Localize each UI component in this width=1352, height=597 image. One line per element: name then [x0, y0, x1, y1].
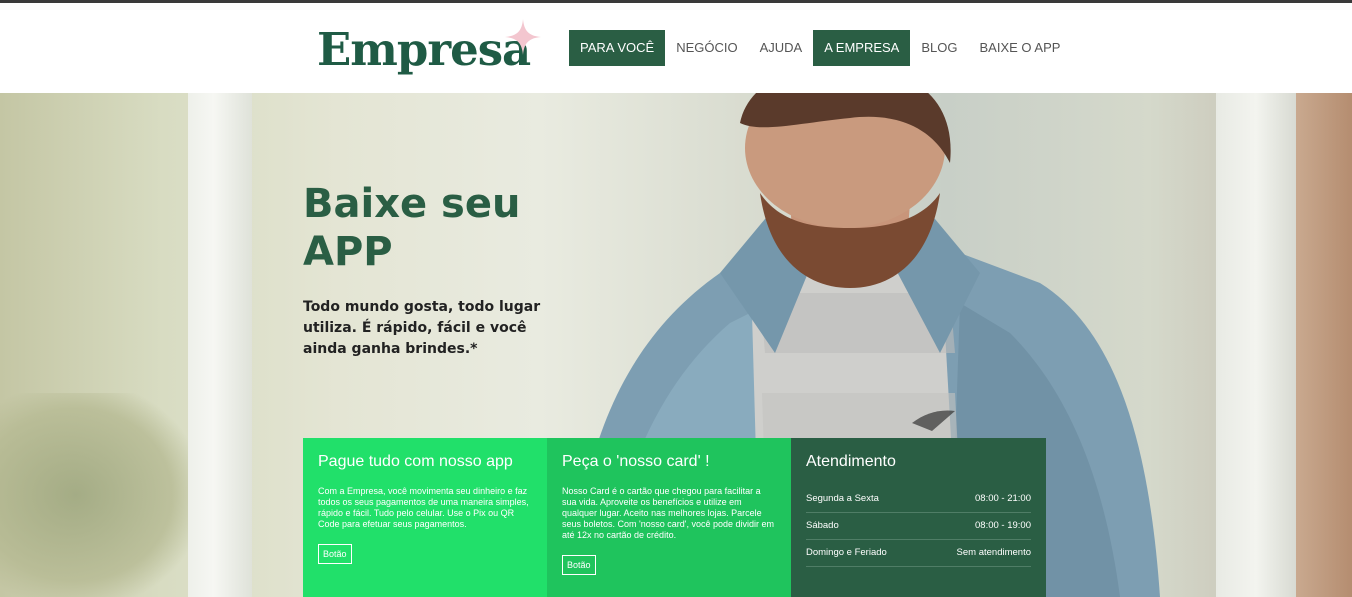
logo-text: Empresa: [317, 23, 531, 76]
hours-day: Segunda a Sexta: [806, 493, 879, 504]
hours-time: Sem atendimento: [956, 547, 1031, 558]
hours-day: Domingo e Feriado: [806, 547, 887, 558]
card-title: Atendimento: [806, 453, 896, 470]
hero-title: Baixe seu APP: [303, 181, 521, 275]
hours-time: 08:00 - 21:00: [975, 493, 1031, 504]
hero-brick-wall: [1296, 93, 1352, 597]
card-nosso-card: Peça o 'nosso card' ! Nosso Card é o car…: [547, 438, 791, 597]
feature-cards: Pague tudo com nosso app Com a Empresa, …: [303, 438, 1046, 597]
nav-ajuda[interactable]: AJUDA: [749, 30, 814, 66]
nav-a-empresa[interactable]: A EMPRESA: [813, 30, 911, 66]
hero-window-frame-left: [188, 93, 252, 597]
site-header: Empresa PARA VOCÊ NEGÓCIO AJUDA A EMPRES…: [0, 3, 1352, 93]
card-title: Peça o 'nosso card' !: [562, 453, 710, 470]
hours-row: Sábado 08:00 - 19:00: [806, 513, 1031, 540]
hero-window-frame-right: [1216, 93, 1296, 597]
nav-para-voce[interactable]: PARA VOCÊ: [569, 30, 666, 66]
hours-time: 08:00 - 19:00: [975, 520, 1031, 531]
hero-subtitle: Todo mundo gosta, todo lugar utiliza. É …: [303, 299, 541, 357]
card-atendimento: Atendimento Segunda a Sexta 08:00 - 21:0…: [791, 438, 1046, 597]
hours-row: Domingo e Feriado Sem atendimento: [806, 540, 1031, 567]
hero-background-foliage: [0, 393, 190, 597]
nav-negocio[interactable]: NEGÓCIO: [665, 30, 748, 66]
hours-row: Segunda a Sexta 08:00 - 21:00: [806, 486, 1031, 513]
card-text: Nosso Card é o cartão que chegou para fa…: [562, 486, 775, 540]
hours-table: Segunda a Sexta 08:00 - 21:00 Sábado 08:…: [806, 486, 1031, 567]
main-nav: PARA VOCÊ NEGÓCIO AJUDA A EMPRESA BLOG B…: [569, 30, 1071, 66]
nav-blog[interactable]: BLOG: [910, 30, 968, 66]
card-pay-app: Pague tudo com nosso app Com a Empresa, …: [303, 438, 547, 597]
card-nosso-card-button[interactable]: Botão: [562, 555, 596, 575]
card-title: Pague tudo com nosso app: [318, 453, 513, 470]
logo[interactable]: Empresa: [317, 19, 541, 83]
card-text: Com a Empresa, você movimenta seu dinhei…: [318, 486, 529, 529]
nav-baixe-o-app[interactable]: BAIXE O APP: [968, 30, 1071, 66]
sparkle-icon: [505, 19, 541, 55]
card-pay-app-button[interactable]: Botão: [318, 544, 352, 564]
hours-day: Sábado: [806, 520, 839, 531]
